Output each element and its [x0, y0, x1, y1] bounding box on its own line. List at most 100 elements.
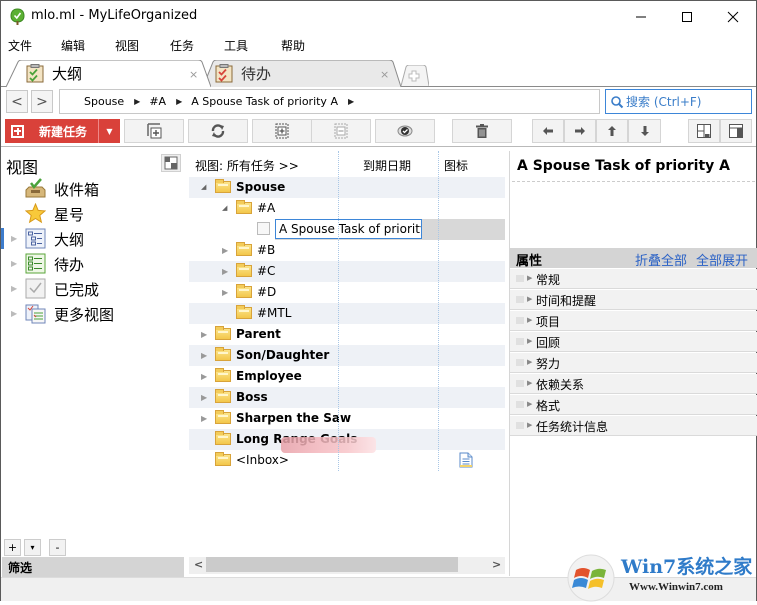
view-item-completed[interactable]: ▶ 已完成 — [1, 276, 187, 301]
property-section[interactable]: ▶ 任务统计信息 — [510, 416, 757, 436]
breadcrumb-item[interactable]: Spouse — [84, 95, 124, 108]
show-completed-button[interactable] — [375, 119, 435, 143]
column-view-selector[interactable]: 视图: 所有任务 >> — [195, 157, 299, 174]
menu-help[interactable]: 帮助 — [281, 34, 305, 54]
expand-arrow-icon[interactable]: ▶ — [11, 284, 17, 293]
tree-row[interactable]: ▶ #B — [189, 240, 505, 261]
tree-row[interactable]: ▶ Son/Daughter — [189, 345, 505, 366]
expand-arrow-icon[interactable]: ▶ — [11, 259, 17, 268]
scroll-right-icon[interactable]: > — [492, 558, 501, 571]
tab-outline[interactable]: 大纲 × — [6, 60, 211, 88]
expand-arrow-icon[interactable]: ▶ — [201, 414, 207, 423]
add-subtask-button[interactable] — [124, 119, 184, 143]
property-section[interactable]: ▶ 依赖关系 — [510, 374, 757, 394]
drag-handle-icon[interactable] — [516, 359, 524, 366]
expand-arrow-icon[interactable]: ▶ — [201, 393, 207, 402]
tab-todo-close[interactable]: × — [380, 68, 389, 81]
property-section[interactable]: ▶ 努力 — [510, 353, 757, 373]
breadcrumb-item[interactable]: #A — [149, 95, 166, 108]
expand-arrow-icon[interactable]: ▶ — [527, 316, 532, 324]
move-down-button[interactable] — [628, 119, 661, 143]
collapse-all-button[interactable] — [311, 119, 371, 143]
tree-row[interactable]: ◢ #A — [189, 198, 505, 219]
drag-handle-icon[interactable] — [516, 338, 524, 345]
menu-edit[interactable]: 编辑 — [61, 34, 85, 54]
expand-arrow-icon[interactable]: ▶ — [11, 234, 17, 243]
expand-arrow-icon[interactable]: ▶ — [527, 337, 532, 345]
task-title[interactable]: A Spouse Task of priority A — [517, 158, 730, 174]
tree-row[interactable]: ▶ Sharpen the Saw — [189, 408, 505, 429]
forward-button[interactable]: > — [31, 90, 53, 113]
tree-row[interactable]: ▶ Boss — [189, 387, 505, 408]
filter-dropdown-button[interactable]: ▾ — [24, 539, 41, 556]
add-filter-button[interactable]: + — [4, 539, 21, 556]
tree-row[interactable]: ▶ #D — [189, 282, 505, 303]
column-icon[interactable]: 图标 — [444, 157, 468, 174]
expand-arrow-icon[interactable]: ▶ — [11, 309, 17, 318]
move-right-button[interactable] — [564, 119, 596, 143]
property-section[interactable]: ▶ 常规 — [510, 269, 757, 289]
collapse-all-link[interactable]: 折叠全部 — [635, 250, 689, 269]
task-name-edit-input[interactable]: A Spouse Task of priority A — [275, 219, 422, 239]
expand-arrow-icon[interactable]: ▶ — [222, 246, 228, 255]
drag-handle-icon[interactable] — [516, 317, 524, 324]
breadcrumb-separator-icon[interactable]: ▶ — [134, 97, 140, 106]
new-task-dropdown[interactable]: ▼ — [98, 119, 120, 143]
expand-arrow-icon[interactable]: ▶ — [201, 372, 207, 381]
property-section[interactable]: ▶ 时间和提醒 — [510, 290, 757, 310]
delete-button[interactable] — [452, 119, 512, 143]
menu-file[interactable]: 文件 — [8, 34, 32, 54]
tree-row[interactable]: ▶ #C — [189, 261, 505, 282]
drag-handle-icon[interactable] — [516, 422, 524, 429]
expand-arrow-icon[interactable]: ▶ — [222, 288, 228, 297]
tree-row[interactable]: ▶ Employee — [189, 366, 505, 387]
view-item-todo[interactable]: ▶ 待办 — [1, 251, 187, 276]
menu-task[interactable]: 任务 — [170, 34, 194, 54]
tree-row[interactable]: #MTL — [189, 303, 505, 324]
column-due-date[interactable]: 到期日期 — [363, 157, 411, 174]
expand-arrow-icon[interactable]: ▶ — [527, 400, 532, 408]
expand-arrow-icon[interactable]: ▶ — [201, 330, 207, 339]
expand-all-link[interactable]: 全部展开 — [696, 250, 756, 269]
task-checkbox[interactable] — [257, 222, 270, 235]
maximize-button[interactable] — [664, 1, 710, 32]
expand-arrow-icon[interactable]: ▶ — [527, 274, 532, 282]
collapse-arrow-icon[interactable]: ◢ — [201, 183, 206, 191]
tree-row[interactable]: ◢ Spouse — [189, 177, 505, 198]
view-item-outline[interactable]: ▶ 大纲 — [1, 226, 187, 251]
expand-arrow-icon[interactable]: ▶ — [527, 358, 532, 366]
breadcrumb-item[interactable]: A Spouse Task of priority A — [191, 95, 338, 108]
drag-handle-icon[interactable] — [516, 401, 524, 408]
expand-arrow-icon[interactable]: ▶ — [527, 295, 532, 303]
expand-all-button[interactable] — [252, 119, 312, 143]
view-item-more-views[interactable]: ▶ 更多视图 — [1, 301, 187, 326]
search-input[interactable]: 搜索 (Ctrl+F) — [605, 89, 752, 114]
expand-arrow-icon[interactable]: ▶ — [527, 379, 532, 387]
note-icon[interactable] — [459, 452, 473, 468]
refresh-button[interactable] — [188, 119, 248, 143]
layout-detail-button[interactable] — [720, 119, 752, 143]
drag-handle-icon[interactable] — [516, 275, 524, 282]
expand-arrow-icon[interactable]: ▶ — [222, 267, 228, 276]
tree-row[interactable]: ▶ Parent — [189, 324, 505, 345]
menu-view[interactable]: 视图 — [115, 34, 139, 54]
view-item-starred[interactable]: 星号 — [1, 201, 187, 226]
property-section[interactable]: ▶ 回顾 — [510, 332, 757, 352]
expand-arrow-icon[interactable]: ▶ — [527, 421, 532, 429]
views-layout-button[interactable] — [161, 154, 181, 172]
layout-split-button[interactable] — [688, 119, 720, 143]
drag-handle-icon[interactable] — [516, 296, 524, 303]
tree-row[interactable]: <Inbox> — [189, 450, 505, 471]
breadcrumb-separator-icon[interactable]: ▶ — [176, 97, 182, 106]
new-task-button[interactable]: 新建任务 ▼ — [5, 119, 120, 143]
move-up-button[interactable] — [596, 119, 628, 143]
remove-filter-button[interactable]: - — [49, 539, 66, 556]
minimize-button[interactable] — [618, 1, 664, 32]
back-button[interactable]: < — [6, 90, 28, 113]
property-section[interactable]: ▶ 格式 — [510, 395, 757, 415]
property-section[interactable]: ▶ 项目 — [510, 311, 757, 331]
scroll-left-icon[interactable]: < — [194, 558, 203, 571]
drag-handle-icon[interactable] — [516, 380, 524, 387]
horizontal-scrollbar[interactable]: < > — [189, 557, 505, 574]
move-left-button[interactable] — [532, 119, 564, 143]
